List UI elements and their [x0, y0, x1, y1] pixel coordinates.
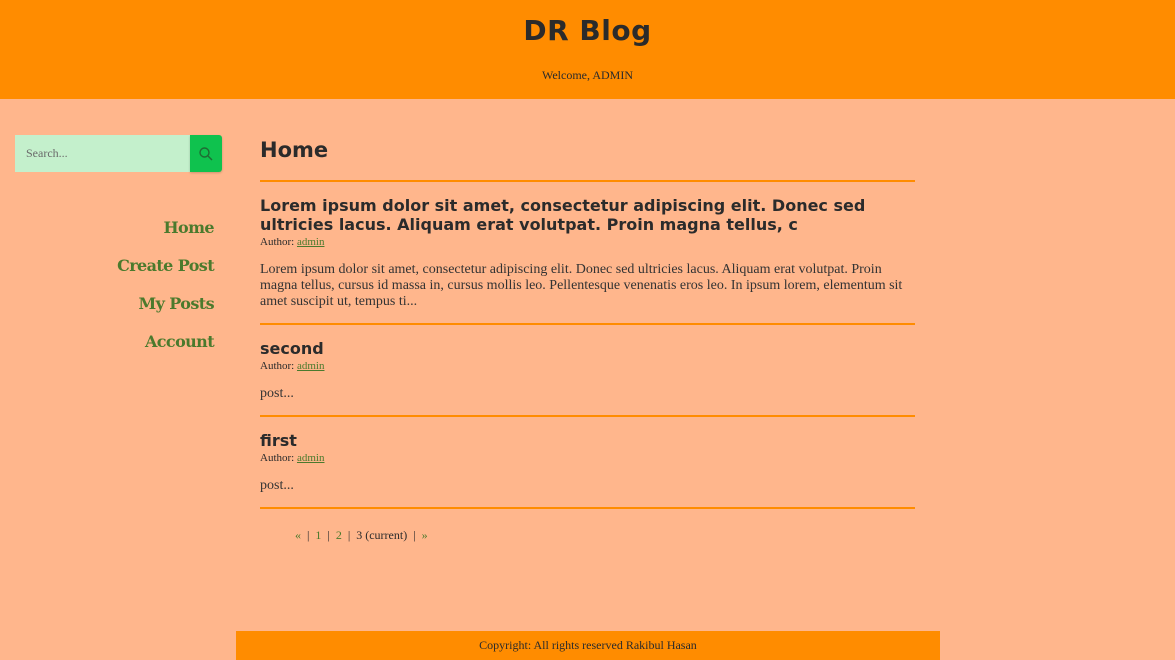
pagination-current: 3 (current) — [356, 528, 408, 542]
pagination: « | 1 | 2 | 3 (current) | » — [295, 528, 428, 543]
search-icon — [199, 146, 213, 160]
sidebar-nav: Home Create Post My Posts Account — [0, 215, 215, 367]
post-title[interactable]: second — [260, 339, 915, 358]
post-excerpt: Lorem ipsum dolor sit amet, consectetur … — [260, 262, 903, 309]
search-button[interactable] — [190, 135, 222, 172]
post-author: Author: admin — [260, 236, 915, 248]
site-title: DR Blog — [523, 14, 652, 47]
author-label: Author: — [260, 360, 295, 372]
copyright-text: Copyright: All rights reserved Rakibul H… — [479, 638, 697, 652]
post-author: Author: admin — [260, 360, 915, 372]
nav-item-my-posts[interactable]: My Posts — [0, 291, 215, 329]
site-footer: Copyright: All rights reserved Rakibul H… — [236, 631, 940, 660]
author-link[interactable]: admin — [297, 452, 325, 464]
post-title[interactable]: first — [260, 431, 915, 450]
nav-item-account[interactable]: Account — [0, 329, 215, 367]
welcome-text: Welcome, ADMIN — [541, 68, 633, 82]
post-excerpt: post... — [260, 478, 294, 493]
page-title: Home — [260, 138, 329, 162]
author-link[interactable]: admin — [297, 236, 325, 248]
site-header: DR Blog Welcome, ADMIN — [0, 0, 1175, 99]
search-form — [15, 135, 222, 172]
search-input[interactable] — [15, 135, 190, 172]
author-label: Author: — [260, 236, 295, 248]
pagination-page-2[interactable]: 2 — [336, 528, 342, 543]
main-content: Home Lorem ipsum dolor sit amet, consect… — [260, 138, 915, 509]
pagination-separator: | — [413, 528, 416, 542]
pagination-separator: | — [327, 528, 330, 542]
post-author: Author: admin — [260, 452, 915, 464]
pagination-prev[interactable]: « — [295, 528, 301, 543]
post-title[interactable]: Lorem ipsum dolor sit amet, consectetur … — [260, 196, 915, 234]
pagination-separator: | — [307, 528, 310, 542]
post-item: second Author: admin post... — [260, 325, 915, 402]
divider — [260, 507, 915, 509]
author-link[interactable]: admin — [297, 360, 325, 372]
pagination-separator: | — [347, 528, 351, 542]
nav-item-create-post[interactable]: Create Post — [0, 253, 215, 291]
nav-item-home[interactable]: Home — [0, 215, 215, 253]
post-excerpt: post... — [260, 386, 294, 401]
pagination-page-1[interactable]: 1 — [315, 528, 321, 543]
post-item: Lorem ipsum dolor sit amet, consectetur … — [260, 182, 915, 310]
post-item: first Author: admin post... — [260, 417, 915, 494]
pagination-next[interactable]: » — [422, 528, 428, 543]
author-label: Author: — [260, 452, 295, 464]
